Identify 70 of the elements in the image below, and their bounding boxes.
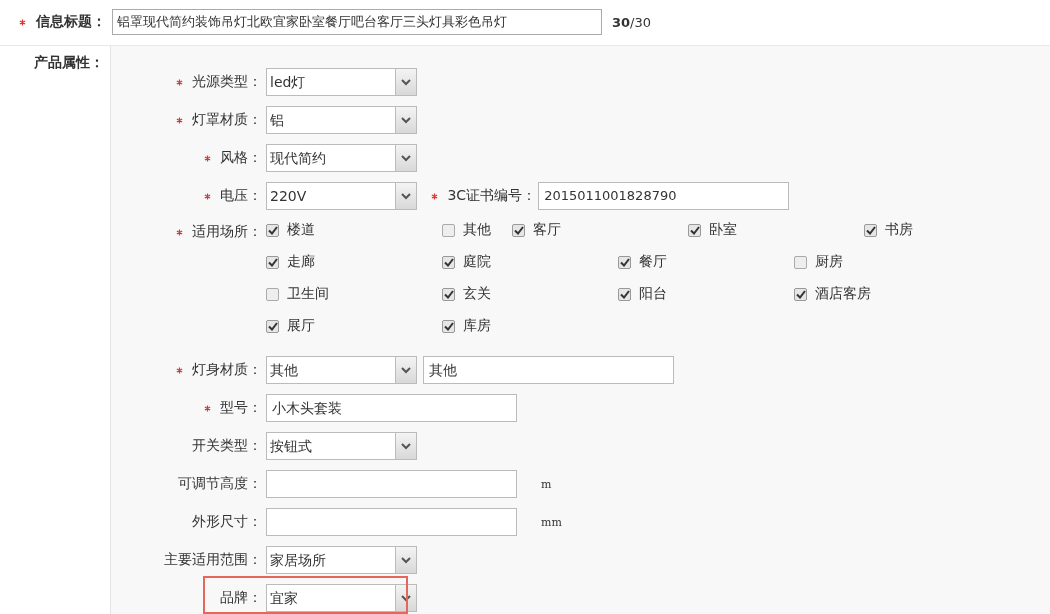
checkbox[interactable] bbox=[512, 223, 525, 237]
caret-icon bbox=[395, 107, 416, 133]
text-input[interactable] bbox=[266, 508, 517, 536]
checkbox-label: 库房 bbox=[463, 317, 491, 335]
character-count: 30/30 bbox=[612, 14, 651, 30]
checkbox[interactable] bbox=[864, 223, 877, 237]
checkbox[interactable] bbox=[618, 255, 631, 269]
checkbox-label: 卧室 bbox=[709, 221, 737, 239]
text-input[interactable]: 小木头套装 bbox=[266, 394, 517, 422]
text-input[interactable]: 其他 bbox=[423, 356, 674, 384]
field-label: 光源类型： bbox=[192, 73, 262, 89]
field-label: 3C证书编号： bbox=[447, 187, 537, 203]
checkbox-label: 客厅 bbox=[533, 221, 561, 239]
dropdown[interactable]: 其他 bbox=[266, 356, 417, 384]
checkbox[interactable] bbox=[442, 255, 455, 269]
checkbox[interactable] bbox=[794, 287, 807, 301]
caret-icon bbox=[395, 433, 416, 459]
checkbox[interactable] bbox=[442, 223, 455, 237]
checkbox-label: 庭院 bbox=[463, 253, 491, 271]
unit-label: mm bbox=[541, 515, 562, 529]
field-label: 主要适用范围： bbox=[164, 551, 262, 567]
title-input[interactable]: 铝罩现代简约装饰吊灯北欧宜家卧室餐厅吧台客厅三头灯具彩色吊灯 bbox=[112, 9, 602, 35]
checkbox-label: 阳台 bbox=[639, 285, 667, 303]
caret-icon bbox=[395, 183, 416, 209]
checkbox[interactable] bbox=[794, 255, 807, 269]
checkbox-label: 展厅 bbox=[287, 317, 315, 335]
field-label: 品牌： bbox=[220, 589, 262, 605]
dropdown[interactable]: 现代简约 bbox=[266, 144, 417, 172]
checkbox[interactable] bbox=[266, 319, 279, 333]
dropdown[interactable]: 宜家 bbox=[266, 584, 417, 612]
checkbox[interactable] bbox=[266, 287, 279, 301]
checkbox[interactable] bbox=[442, 287, 455, 301]
section-label: 产品属性： bbox=[34, 54, 104, 70]
field-label: 灯罩材质： bbox=[192, 111, 262, 127]
checkbox-label: 楼道 bbox=[287, 221, 315, 239]
field-label: 电压： bbox=[220, 187, 262, 203]
field-label: 风格： bbox=[220, 149, 262, 165]
checkbox-label: 玄关 bbox=[463, 285, 491, 303]
dropdown[interactable]: led灯 bbox=[266, 68, 417, 96]
text-input[interactable] bbox=[266, 470, 517, 498]
checkbox-label: 走廊 bbox=[287, 253, 315, 271]
field-label: 型号： bbox=[220, 399, 262, 415]
checkbox[interactable] bbox=[266, 255, 279, 269]
caret-icon bbox=[395, 357, 416, 383]
field-label: 适用场所： bbox=[192, 223, 262, 239]
dropdown[interactable]: 按钮式 bbox=[266, 432, 417, 460]
checkbox-label: 餐厅 bbox=[639, 253, 667, 271]
certificate-input[interactable]: 2015011001828790 bbox=[538, 182, 790, 210]
dropdown[interactable]: 家居场所 bbox=[266, 546, 417, 574]
checkbox-label: 酒店客房 bbox=[815, 285, 871, 303]
checkbox[interactable] bbox=[688, 223, 701, 237]
field-label: 开关类型： bbox=[192, 437, 262, 453]
checkbox[interactable] bbox=[266, 223, 279, 237]
field-label: 灯身材质： bbox=[192, 361, 262, 377]
caret-icon bbox=[395, 69, 416, 95]
dropdown[interactable]: 220V bbox=[266, 182, 417, 210]
field-label: 可调节高度： bbox=[178, 475, 262, 491]
checkbox-label: 厨房 bbox=[815, 253, 843, 271]
checkbox[interactable] bbox=[618, 287, 631, 301]
caret-icon bbox=[395, 585, 416, 611]
caret-icon bbox=[395, 145, 416, 171]
field-label: 信息标题： bbox=[36, 13, 106, 29]
caret-icon bbox=[395, 547, 416, 573]
unit-label: m bbox=[541, 477, 552, 491]
checkbox-label: 卫生间 bbox=[287, 285, 329, 303]
field-label: 外形尺寸： bbox=[192, 513, 262, 529]
dropdown[interactable]: 铝 bbox=[266, 106, 417, 134]
checkbox-label: 书房 bbox=[885, 221, 913, 239]
checkbox-label: 其他 bbox=[463, 221, 491, 239]
checkbox[interactable] bbox=[442, 319, 455, 333]
